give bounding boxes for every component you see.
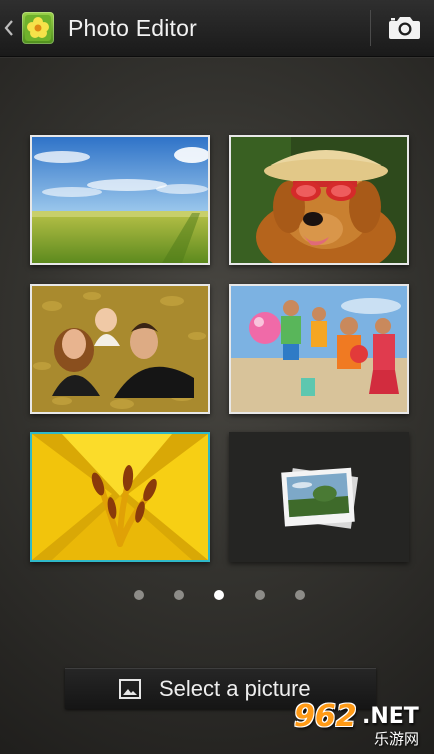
gallery-tile-beach[interactable] bbox=[229, 284, 409, 414]
photo-editor-app-icon[interactable] bbox=[22, 12, 54, 44]
image-icon bbox=[119, 679, 141, 699]
chevron-left-icon[interactable] bbox=[4, 18, 14, 38]
beach-photo bbox=[231, 286, 407, 412]
family-photo bbox=[32, 286, 208, 412]
gallery-tile-dog[interactable] bbox=[229, 135, 409, 265]
page-dot-active[interactable] bbox=[214, 590, 224, 600]
select-picture-label: Select a picture bbox=[159, 676, 311, 701]
photos-stack-icon bbox=[281, 467, 359, 529]
action-bar: Photo Editor bbox=[0, 0, 434, 57]
watermark-subtitle: 乐游网 bbox=[374, 730, 420, 748]
flower-icon bbox=[25, 15, 51, 41]
gallery-tile-lily[interactable] bbox=[30, 432, 210, 562]
field-photo bbox=[32, 137, 208, 263]
lily-photo bbox=[32, 434, 208, 560]
gallery-tile-field[interactable] bbox=[30, 135, 210, 265]
watermark-logo: 962 bbox=[294, 699, 357, 734]
watermark-domain: .NET bbox=[362, 704, 419, 729]
dog-photo bbox=[231, 137, 407, 263]
camera-button[interactable] bbox=[382, 10, 426, 46]
page-dot[interactable] bbox=[174, 590, 184, 600]
page-dot[interactable] bbox=[295, 590, 305, 600]
gallery-tile-family[interactable] bbox=[30, 284, 210, 414]
site-watermark: 962 .NET 乐游网 bbox=[292, 700, 432, 752]
page-dot[interactable] bbox=[255, 590, 265, 600]
action-divider bbox=[370, 10, 371, 46]
photo-editor-screen: Photo Editor Select a picture 962 .NET 乐… bbox=[0, 0, 434, 754]
page-dot[interactable] bbox=[134, 590, 144, 600]
gallery-tile-empty[interactable] bbox=[229, 432, 409, 562]
page-indicator bbox=[0, 588, 434, 602]
app-title: Photo Editor bbox=[68, 15, 197, 41]
camera-icon bbox=[389, 17, 420, 39]
